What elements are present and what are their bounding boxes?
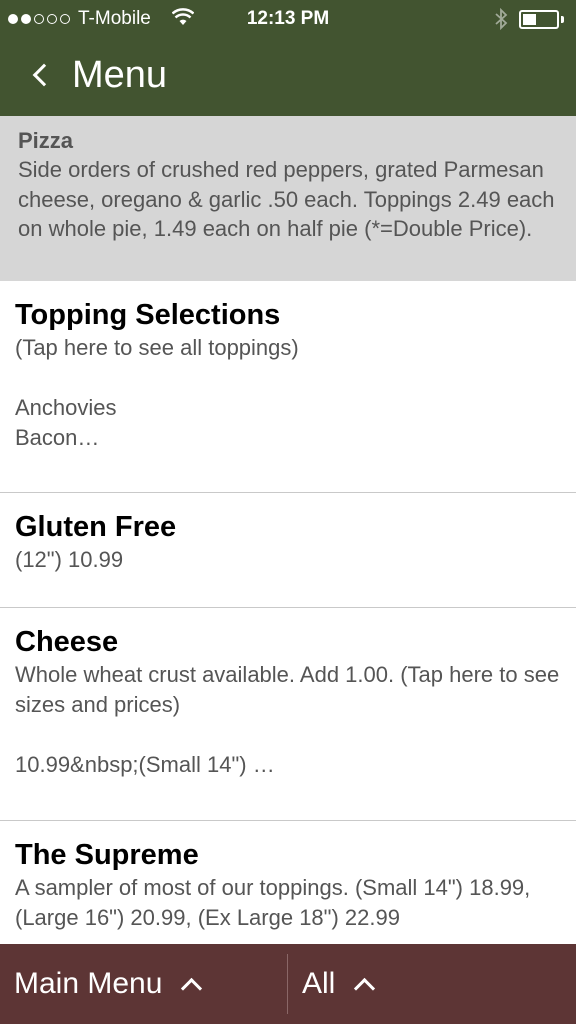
menu-item-title: Cheese — [15, 626, 119, 658]
menu-item-description: (12") 10.99 — [15, 547, 124, 572]
back-button[interactable]: Menu — [30, 50, 167, 100]
all-filter-button[interactable]: All — [302, 944, 376, 1024]
menu-item-description: A sampler of most of our toppings. (Smal… — [15, 875, 531, 930]
menu-item-topping-selections[interactable]: Topping Selections (Tap here to see all … — [0, 281, 576, 493]
all-filter-label: All — [302, 967, 336, 1000]
menu-item-detail: Bacon… — [15, 425, 100, 450]
menu-item-title: Topping Selections — [15, 299, 281, 331]
menu-item-description: Whole wheat crust available. Add 1.00. (… — [15, 662, 560, 717]
main-menu-label: Main Menu — [14, 967, 163, 1000]
divider — [287, 954, 288, 1014]
bottom-bar: Main Menu All — [0, 944, 576, 1024]
menu-item-gluten-free[interactable]: Gluten Free (12") 10.99 — [0, 493, 576, 608]
chevron-left-icon — [32, 63, 56, 87]
main-menu-button[interactable]: Main Menu — [14, 944, 203, 1024]
section-title: Pizza — [18, 128, 74, 153]
menu-item-title: The Supreme — [15, 839, 199, 871]
menu-item-description: (Tap here to see all toppings) — [15, 335, 299, 360]
battery-tip — [561, 16, 564, 23]
bluetooth-icon — [494, 7, 508, 36]
header: T-Mobile 12:13 PM Menu — [0, 0, 576, 116]
menu-item-title: Gluten Free — [15, 511, 177, 543]
battery-level — [523, 14, 536, 25]
clock: 12:13 PM — [246, 8, 330, 29]
battery-icon — [519, 10, 559, 29]
menu-item-detail: Anchovies — [15, 395, 117, 420]
menu-item-cheese[interactable]: Cheese Whole wheat crust available. Add … — [0, 608, 576, 821]
back-button-label: Menu — [72, 53, 168, 96]
section-description: Side orders of crushed red peppers, grat… — [18, 157, 555, 241]
menu-item-detail: 10.99&nbsp;(Small 14") … — [15, 752, 275, 777]
chevron-up-icon — [354, 977, 376, 999]
section-info: Pizza Side orders of crushed red peppers… — [0, 116, 576, 281]
chevron-up-icon — [181, 977, 203, 999]
status-bar: T-Mobile 12:13 PM — [0, 0, 576, 40]
menu-item-the-supreme[interactable]: The Supreme A sampler of most of our top… — [0, 821, 576, 944]
